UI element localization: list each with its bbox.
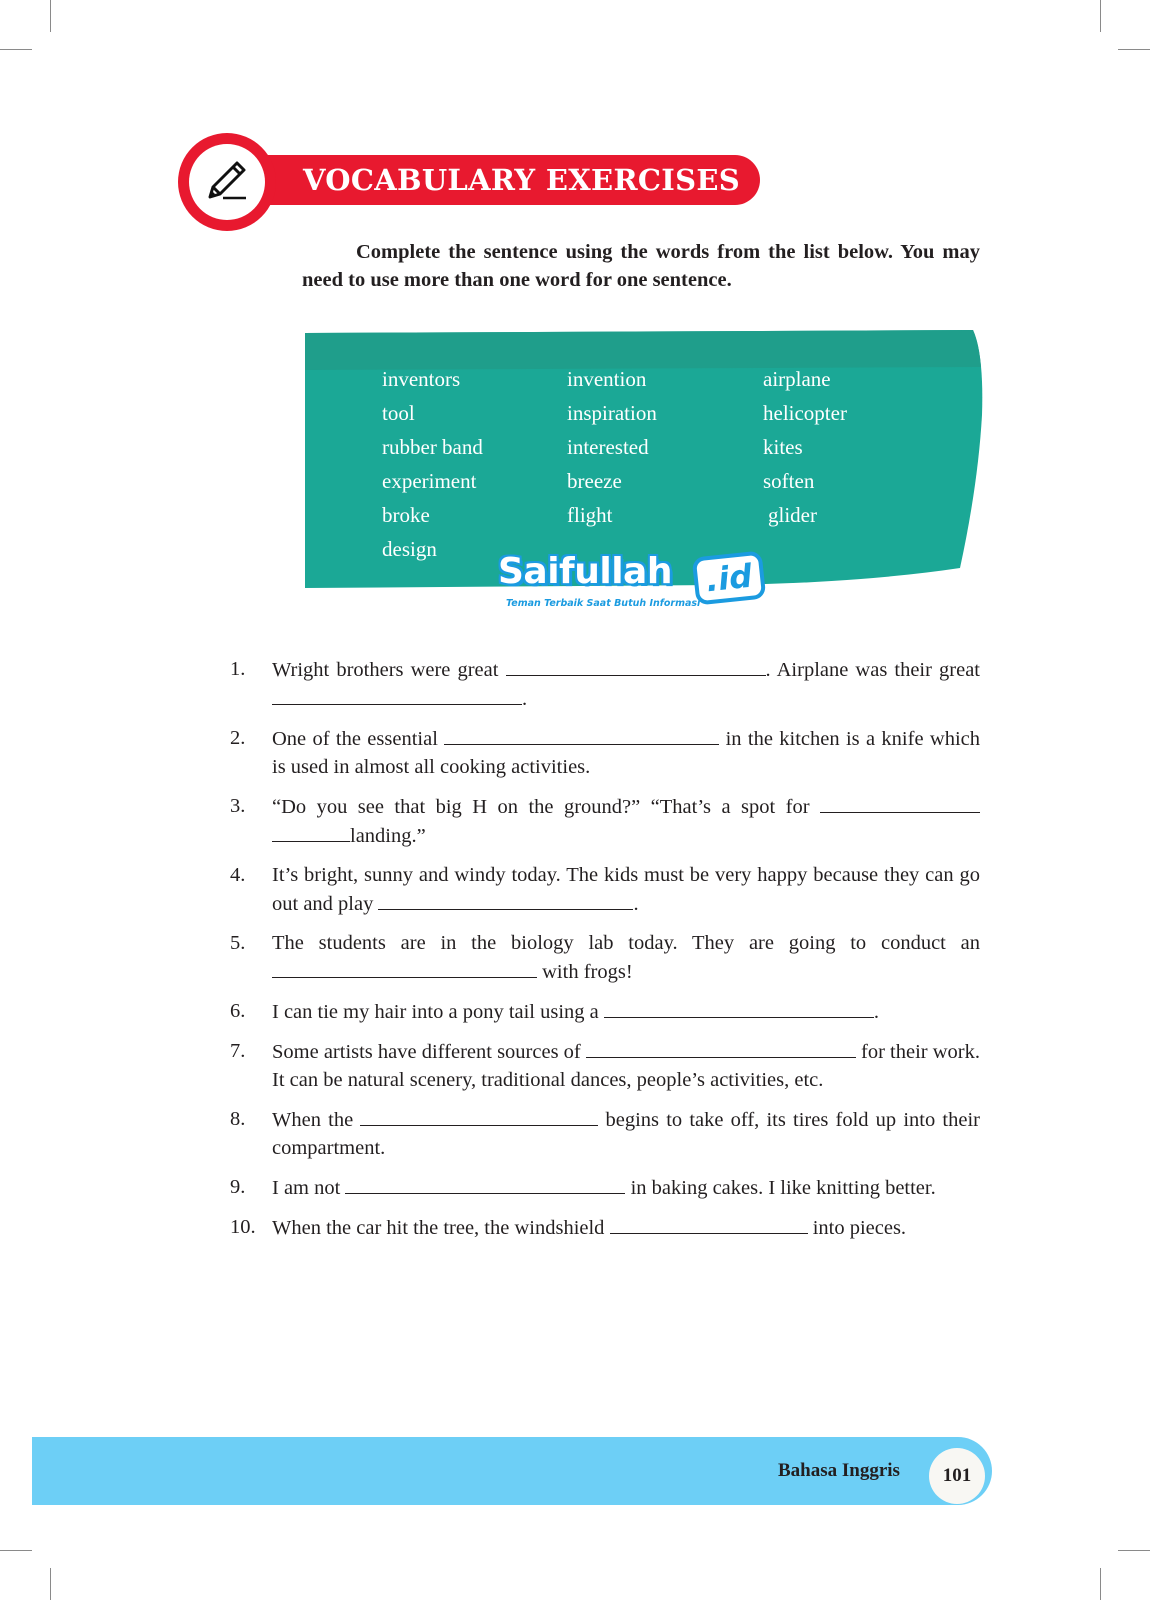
exercise-item: 7. Some artists have different sources of… <box>230 1037 980 1094</box>
exercise-number: 6. <box>230 1000 246 1022</box>
word-list-item: inventors <box>382 367 461 391</box>
answer-blank[interactable] <box>609 1213 808 1234</box>
answer-blank[interactable] <box>345 1173 626 1194</box>
exercise-item: 5. The students are in the biology lab to… <box>230 929 980 986</box>
answer-blank[interactable] <box>272 821 350 842</box>
exercise-number: 5. <box>230 932 246 954</box>
exercise-number: 4. <box>230 864 246 886</box>
footer-subject: Bahasa Inggris <box>778 1460 900 1481</box>
exercise-list: 1. Wright brothers were great . Airplane … <box>230 655 980 1253</box>
exercise-text: I am not <box>272 1177 346 1199</box>
exercise-item: 6. I can tie my hair into a pony tail usi… <box>230 997 980 1026</box>
word-list-item: broke <box>382 503 430 527</box>
exercise-text: . Airplane was their great <box>765 659 980 681</box>
crop-mark-right-bottom <box>1118 1550 1150 1551</box>
word-list-item: helicopter <box>763 401 847 425</box>
word-list-item: kites <box>763 435 803 459</box>
instructions: Complete the sentence using the words fr… <box>302 241 980 291</box>
answer-blank[interactable] <box>505 655 766 676</box>
word-list-item: glider <box>768 503 817 527</box>
crop-mark-bottom-right <box>1100 1568 1101 1600</box>
exercise-text: Some artists have different sources of <box>272 1041 586 1063</box>
exercise-item: 1. Wright brothers were great . Airplane … <box>230 655 980 713</box>
answer-blank[interactable] <box>820 792 980 813</box>
watermark-tagline: Teman Terbaik Saat Butuh Informasi <box>506 598 701 609</box>
word-list-item: interested <box>567 435 649 459</box>
pencil-icon <box>201 154 253 211</box>
exercise-text: One of the essential <box>272 728 445 750</box>
crop-mark-bottom-left <box>50 1568 51 1600</box>
answer-blank[interactable] <box>603 997 874 1018</box>
exercise-text: with frogs! <box>537 961 633 983</box>
watermark-suffix: .id <box>691 550 767 606</box>
word-list-item: invention <box>567 367 647 391</box>
exercise-number: 9. <box>230 1176 246 1198</box>
section-title: VOCABULARY EXERCISES <box>303 163 740 197</box>
exercise-item: 9. I am not in baking cakes. I like knitt… <box>230 1173 980 1202</box>
exercise-text: The students are in the biology lab toda… <box>272 932 980 954</box>
exercise-text: When the <box>272 1109 361 1131</box>
page-number: 101 <box>942 1465 972 1486</box>
word-list-item: rubber band <box>382 435 483 459</box>
exercise-text: . <box>873 1001 880 1023</box>
word-list-item: tool <box>382 401 415 425</box>
exercise-number: 7. <box>230 1040 246 1062</box>
word-list-item: breeze <box>567 469 622 493</box>
word-list-empty-cell <box>763 532 963 566</box>
answer-blank[interactable] <box>272 957 537 978</box>
exercise-text: Wright brothers were great <box>272 659 506 681</box>
exercise-number: 8. <box>230 1108 246 1130</box>
exercise-text: . <box>522 688 528 710</box>
answer-blank[interactable] <box>360 1105 599 1126</box>
answer-blank[interactable] <box>444 724 720 745</box>
exercise-text: . <box>633 893 639 915</box>
word-list-item: experiment <box>382 469 477 493</box>
exercise-item: 2. One of the essential in the kitchen is… <box>230 724 980 781</box>
crop-mark-top-left <box>50 0 51 32</box>
exercise-item: 10. When the car hit the tree, the windsh… <box>230 1213 980 1242</box>
word-list: inventors invention airplane tool inspiratio… <box>382 362 963 566</box>
exercise-text: When the car hit the tree, the windshiel… <box>272 1217 610 1239</box>
watermark-logo: Saifullah .id Teman Terbaik Saat Butuh I… <box>498 550 778 620</box>
watermark-brand: Saifullah <box>498 551 672 592</box>
exercise-text: into pieces. <box>807 1217 907 1239</box>
exercise-item: 3. “Do you see that big H on the ground?”… <box>230 792 980 850</box>
exercise-number: 2. <box>230 727 246 749</box>
answer-blank[interactable] <box>272 684 522 705</box>
crop-mark-right-top <box>1118 49 1150 50</box>
exercise-number: 1. <box>230 658 246 680</box>
word-list-item: airplane <box>763 367 831 391</box>
exercise-text: “Do you see that big H on the ground?” “… <box>272 796 820 818</box>
word-list-item: inspiration <box>567 401 657 425</box>
answer-blank[interactable] <box>378 889 634 910</box>
exercise-item: 8. When the begins to take off, its tires… <box>230 1105 980 1162</box>
answer-blank[interactable] <box>585 1037 856 1058</box>
section-badge-inner <box>189 144 265 220</box>
crop-mark-left-bottom <box>0 1550 32 1551</box>
crop-mark-top-right <box>1100 0 1101 32</box>
crop-mark-left-top <box>0 49 32 50</box>
exercise-number: 10. <box>230 1216 256 1238</box>
exercise-text: in baking cakes. I like knitting better. <box>625 1177 936 1199</box>
exercise-text: I can tie my hair into a pony tail using… <box>272 1001 604 1023</box>
word-list-item: soften <box>763 469 815 493</box>
exercise-text: landing.” <box>350 825 426 847</box>
word-list-item: flight <box>567 503 613 527</box>
exercise-number: 3. <box>230 795 246 817</box>
page-number-badge: 101 <box>929 1448 985 1504</box>
exercise-item: 4. It’s bright, sunny and windy today. Th… <box>230 861 980 918</box>
